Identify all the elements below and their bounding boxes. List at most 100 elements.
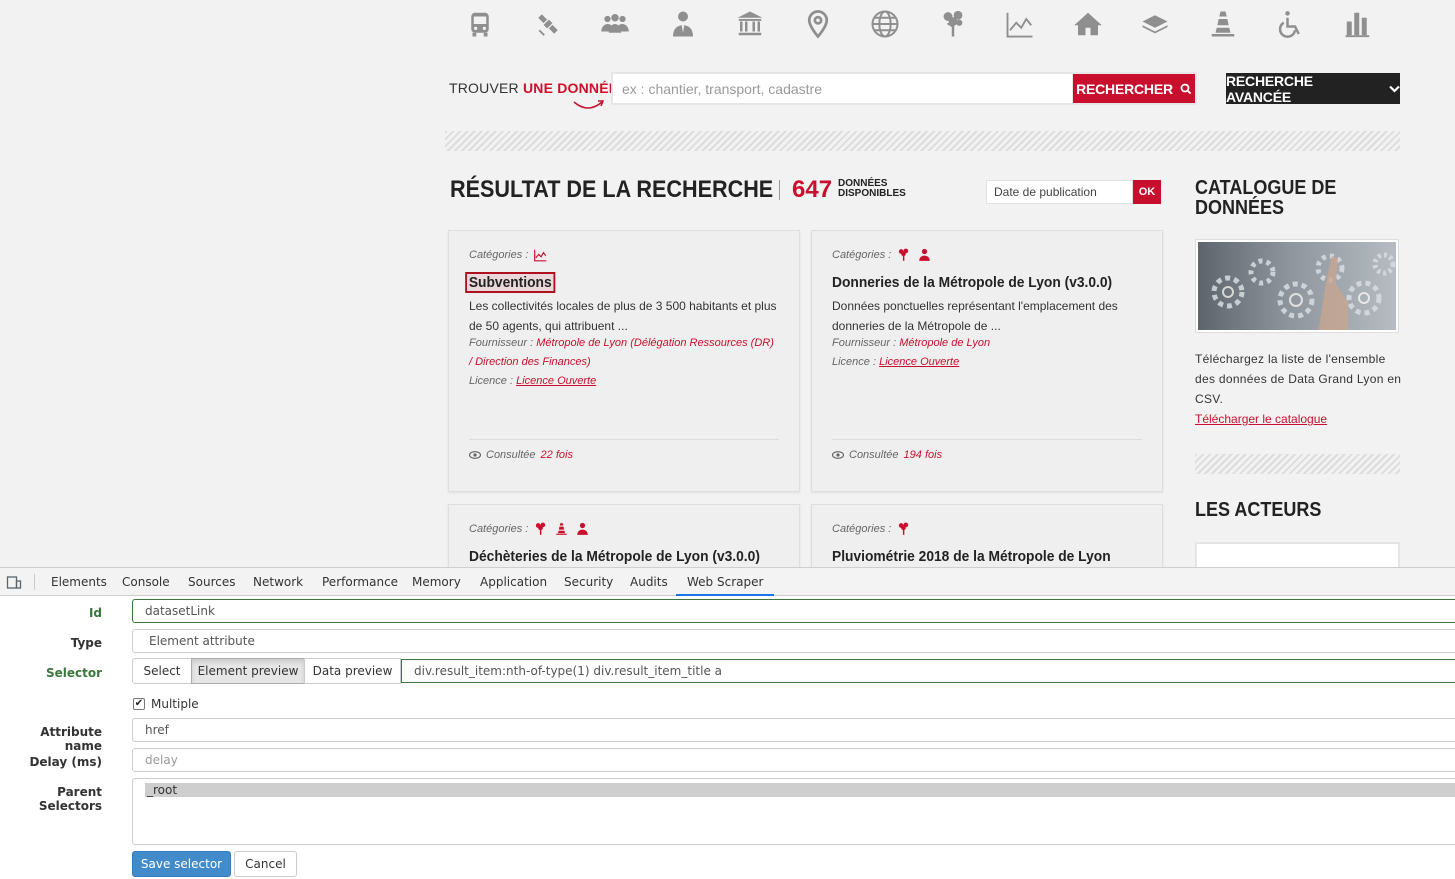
save-selector-button[interactable]: Save selector — [132, 851, 231, 877]
people-icon[interactable] — [597, 6, 633, 42]
results-count: 647 — [792, 176, 833, 203]
delay-input[interactable]: delay — [132, 748, 1455, 772]
card-description: Les collectivités locales de plus de 3 5… — [469, 299, 777, 333]
tab-web-scraper[interactable]: Web Scraper — [676, 568, 775, 596]
website-viewport: TROUVER UNE DONNÉE RECHERCHER RECHERCHE … — [0, 0, 1455, 567]
card-title-link[interactable]: Subventions — [465, 272, 556, 293]
license-link[interactable]: Licence Ouverte — [516, 375, 596, 387]
card-license: Licence : Licence Ouverte — [469, 375, 597, 387]
bus-icon[interactable] — [462, 6, 498, 42]
data-preview-button[interactable]: Data preview — [304, 658, 401, 684]
bar-chart-icon[interactable] — [1340, 6, 1376, 42]
category-icon-bar — [462, 6, 1402, 46]
card-title-link[interactable]: Donneries de la Métropole de Lyon (v3.0.… — [832, 274, 1112, 291]
search-input[interactable] — [611, 72, 1074, 105]
multiple-checkbox[interactable]: ✔ — [133, 698, 145, 710]
result-card: Catégories : Donneries de la Métropole d… — [811, 230, 1163, 492]
search-label: TROUVER UNE DONNÉE — [449, 80, 619, 96]
tab-separator — [34, 574, 35, 590]
person-icon — [575, 522, 591, 536]
card-license: Licence : Licence Ouverte — [832, 356, 960, 368]
traffic-cone-icon[interactable] — [1205, 6, 1241, 42]
multiple-label: Multiple — [151, 697, 199, 711]
chevron-down-icon — [1389, 85, 1400, 93]
results-count-label: DONNÉES DISPONIBLES — [838, 178, 906, 199]
download-catalogue-link[interactable]: Télécharger le catalogue — [1195, 409, 1327, 429]
tree-icon[interactable] — [935, 6, 971, 42]
globe-icon[interactable] — [867, 6, 903, 42]
eye-icon — [469, 451, 481, 459]
card-provider: Fournisseur : Métropole de Lyon (Délégat… — [469, 337, 774, 368]
multiple-checkbox-row[interactable]: ✔ Multiple — [133, 697, 199, 711]
actors-title: LES ACTEURS — [1195, 499, 1322, 521]
search-button[interactable]: RECHERCHER — [1073, 72, 1197, 105]
card-provider: Fournisseur : Métropole de Lyon — [832, 337, 991, 349]
house-icon[interactable] — [1070, 6, 1106, 42]
person-icon[interactable] — [665, 6, 701, 42]
tab-sources[interactable]: Sources — [188, 568, 235, 596]
card-divider — [832, 439, 1142, 440]
delay-label: Delay (ms) — [29, 755, 102, 769]
tab-audits[interactable]: Audits — [630, 568, 668, 596]
result-card: Catégories : Déchèteries de la Métropole… — [448, 504, 800, 567]
results-title: RÉSULTAT DE LA RECHERCHE — [450, 176, 774, 203]
selector-input[interactable]: div.result_item:nth-of-type(1) div.resul… — [401, 659, 1455, 683]
result-card: Catégories : Subventions Les collectivit… — [448, 230, 800, 492]
hatched-divider — [1195, 454, 1400, 474]
card-categories: Catégories : — [832, 248, 933, 262]
selector-label: Selector — [45, 666, 102, 680]
tab-console[interactable]: Console — [122, 568, 170, 596]
tree-icon — [896, 522, 912, 536]
hatched-divider — [445, 131, 1400, 151]
eye-icon — [832, 451, 844, 459]
card-views: Consultée 22 fois — [469, 449, 573, 461]
card-categories: Catégories : — [832, 522, 912, 536]
line-chart-icon[interactable] — [1002, 6, 1038, 42]
tab-network[interactable]: Network — [253, 568, 303, 596]
catalogue-image — [1196, 240, 1398, 332]
tab-elements[interactable]: Elements — [51, 568, 107, 596]
tree-icon — [896, 248, 912, 262]
devtools-panel: Elements Console Sources Network Perform… — [0, 567, 1455, 879]
card-title-link[interactable]: Déchèteries de la Métropole de Lyon (v3.… — [469, 548, 760, 565]
catalogue-title: CATALOGUE DE DONNÉES — [1195, 177, 1337, 219]
devtools-tab-bar: Elements Console Sources Network Perform… — [0, 568, 1455, 596]
card-divider — [469, 439, 779, 440]
catalogue-description: Téléchargez la liste de l'ensemble des d… — [1195, 352, 1402, 406]
card-categories: Catégories : — [469, 248, 549, 262]
id-input[interactable]: datasetLink — [132, 599, 1455, 623]
card-views: Consultée 194 fois — [832, 449, 942, 461]
type-label: Type — [70, 636, 102, 650]
select-button[interactable]: Select — [132, 658, 192, 684]
search-icon — [1180, 83, 1192, 94]
satellite-icon[interactable] — [530, 6, 566, 42]
results-separator — [779, 180, 780, 200]
tab-performance[interactable]: Performance — [322, 568, 398, 596]
parent-selectors-list[interactable]: _root — [132, 778, 1455, 845]
actors-box — [1195, 542, 1400, 567]
tab-memory[interactable]: Memory — [412, 568, 461, 596]
date-filter-select[interactable]: Date de publication — [986, 180, 1133, 204]
layers-icon[interactable] — [1137, 6, 1173, 42]
tab-security[interactable]: Security — [564, 568, 613, 596]
license-link[interactable]: Licence Ouverte — [879, 356, 959, 368]
traffic-cone-icon — [554, 522, 570, 536]
advanced-search-button[interactable]: RECHERCHE AVANCÉE — [1226, 73, 1400, 105]
card-description: Données ponctuelles représentant l'empla… — [832, 299, 1118, 333]
type-select[interactable]: Element attribute — [132, 629, 1455, 653]
cancel-button[interactable]: Cancel — [234, 851, 297, 877]
card-title-link[interactable]: Pluviométrie 2018 de la Métropole de Lyo… — [832, 548, 1111, 565]
element-preview-button[interactable]: Element preview — [191, 658, 305, 684]
wheelchair-icon[interactable] — [1272, 6, 1308, 42]
map-pin-icon[interactable] — [800, 6, 836, 42]
tab-application[interactable]: Application — [480, 568, 547, 596]
parent-selector-option[interactable]: _root — [145, 783, 1455, 797]
date-filter-ok-button[interactable]: OK — [1133, 180, 1161, 204]
bank-icon[interactable] — [732, 6, 768, 42]
card-categories: Catégories : — [469, 522, 591, 536]
attribute-name-input[interactable]: href — [132, 718, 1455, 742]
tree-icon — [533, 522, 549, 536]
person-icon — [917, 248, 933, 262]
curved-arrow-icon — [573, 100, 605, 109]
device-toggle-icon[interactable] — [6, 574, 22, 590]
